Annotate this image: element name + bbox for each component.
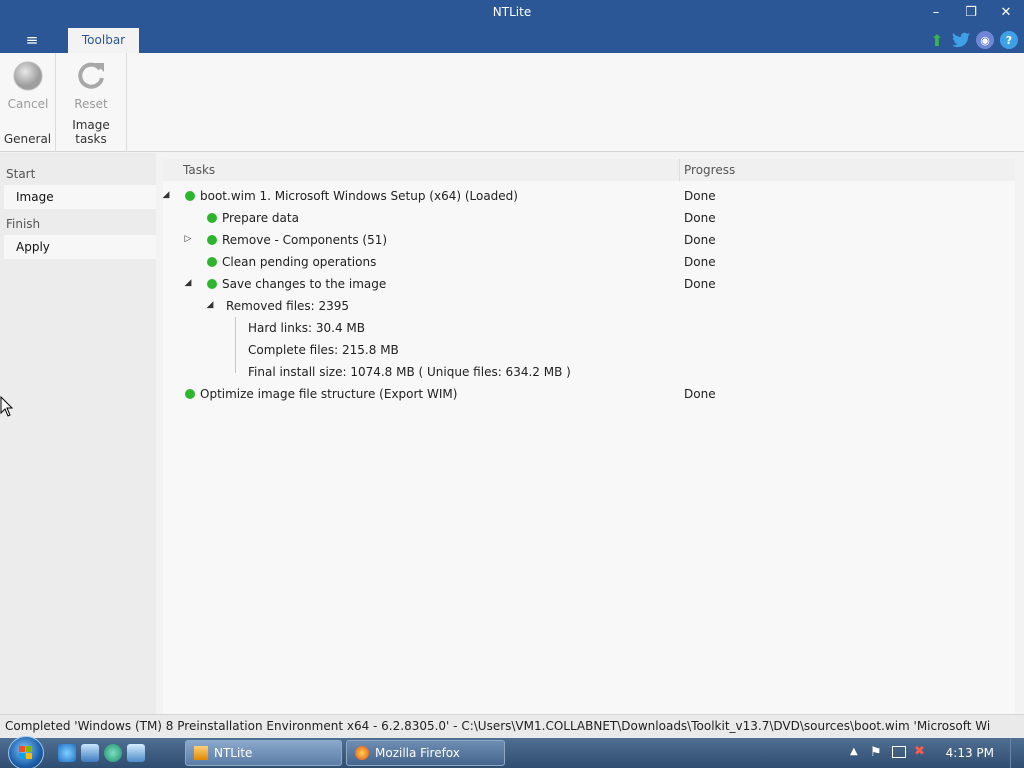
expand-arrow-icon[interactable]: ▷ bbox=[183, 234, 193, 244]
status-done-icon bbox=[207, 257, 217, 267]
collapse-arrow-icon[interactable]: ◢ bbox=[183, 278, 193, 288]
status-bar: Completed 'Windows (TM) 8 Preinstallatio… bbox=[0, 714, 1024, 738]
windows-logo-icon bbox=[19, 746, 32, 759]
title-bar: NTLite – ❐ ✕ bbox=[0, 0, 1024, 27]
task-text: boot.wim 1. Microsoft Windows Setup (x64… bbox=[200, 189, 518, 203]
tab-toolbar[interactable]: Toolbar bbox=[68, 28, 139, 53]
ntlite-icon bbox=[194, 746, 208, 760]
clock[interactable]: 4:13 PM bbox=[946, 746, 994, 760]
taskbar-item-ntlite[interactable]: NTLite bbox=[185, 740, 342, 766]
media-player-icon[interactable] bbox=[104, 744, 122, 762]
start-button[interactable] bbox=[8, 736, 44, 768]
ribbon-group-image-tasks: Reset Image tasks bbox=[56, 53, 127, 152]
window-title: NTLite bbox=[492, 5, 532, 19]
group-label-image-tasks: Image tasks bbox=[72, 118, 110, 146]
system-tray: ▲ ⚑ ✖ 4:13 PM bbox=[834, 738, 1024, 768]
column-progress[interactable]: Progress bbox=[684, 163, 735, 177]
column-header: Tasks Progress bbox=[163, 159, 1015, 181]
task-progress: Done bbox=[684, 387, 716, 401]
sidebar-item-image[interactable]: Image bbox=[4, 185, 156, 209]
table-row[interactable]: ◢ Removed files: 2395 bbox=[163, 295, 1015, 317]
task-text: Hard links: 30.4 MB bbox=[248, 321, 365, 335]
ribbon-panel: Cancel General Reset Image tasks bbox=[0, 53, 1024, 152]
task-text: Save changes to the image bbox=[222, 277, 387, 291]
reset-label: Reset bbox=[74, 97, 108, 111]
table-row[interactable]: Optimize image file structure (Export WI… bbox=[163, 383, 1015, 405]
sidebar: Start Image Finish Apply bbox=[0, 153, 156, 714]
volume-muted-icon[interactable]: ✖ bbox=[914, 744, 925, 759]
task-text: Prepare data bbox=[222, 211, 299, 225]
close-button[interactable]: ✕ bbox=[994, 3, 1018, 23]
header-icons: ⬆ ◉ ? bbox=[928, 29, 1018, 51]
task-text: Clean pending operations bbox=[222, 255, 377, 269]
twitter-icon[interactable] bbox=[952, 31, 970, 49]
status-done-icon bbox=[185, 389, 195, 399]
show-desktop-button[interactable] bbox=[1010, 738, 1024, 768]
sidebar-section-start: Start bbox=[6, 167, 36, 181]
status-done-icon bbox=[207, 235, 217, 245]
mouse-cursor-icon bbox=[0, 396, 14, 417]
table-row[interactable]: Clean pending operations Done bbox=[163, 251, 1015, 273]
task-progress: Done bbox=[684, 277, 716, 291]
show-hidden-icons-icon[interactable]: ▲ bbox=[850, 746, 858, 757]
collapse-arrow-icon[interactable]: ◢ bbox=[161, 190, 171, 200]
firefox-icon bbox=[355, 746, 369, 760]
task-list: Tasks Progress ◢ boot.wim 1. Microsoft W… bbox=[163, 159, 1015, 714]
table-row[interactable]: ◢ boot.wim 1. Microsoft Windows Setup (x… bbox=[163, 185, 1015, 207]
explorer-icon[interactable] bbox=[81, 744, 99, 762]
task-text: Complete files: 215.8 MB bbox=[248, 343, 399, 357]
cancel-label: Cancel bbox=[7, 97, 49, 111]
task-progress: Done bbox=[684, 255, 716, 269]
network-icon[interactable] bbox=[892, 746, 906, 758]
taskbar-item-firefox[interactable]: Mozilla Firefox bbox=[346, 740, 505, 766]
table-row[interactable]: Hard links: 30.4 MB bbox=[163, 317, 1015, 339]
show-desktop-icon[interactable] bbox=[127, 744, 145, 762]
taskbar: NTLite Mozilla Firefox ▲ ⚑ ✖ 4:13 PM bbox=[0, 736, 1024, 768]
task-progress: Done bbox=[684, 211, 716, 225]
hamburger-menu-icon[interactable]: ≡ bbox=[20, 30, 44, 50]
internet-explorer-icon[interactable] bbox=[58, 744, 76, 762]
task-progress: Done bbox=[684, 233, 716, 247]
task-progress: Done bbox=[684, 189, 716, 203]
help-icon[interactable]: ? bbox=[1000, 31, 1018, 49]
reset-button[interactable]: Reset bbox=[67, 59, 115, 111]
cancel-button[interactable]: Cancel bbox=[4, 59, 52, 111]
table-row[interactable]: ◢ Save changes to the image Done bbox=[163, 273, 1015, 295]
cancel-icon bbox=[11, 59, 45, 93]
sidebar-item-apply[interactable]: Apply bbox=[4, 235, 156, 259]
task-text: Final install size: 1074.8 MB ( Unique f… bbox=[248, 365, 571, 379]
task-text: Remove - Components (51) bbox=[222, 233, 388, 247]
taskbar-item-label: NTLite bbox=[214, 746, 253, 760]
reset-icon bbox=[74, 59, 108, 93]
status-done-icon bbox=[207, 213, 217, 223]
collapse-arrow-icon[interactable]: ◢ bbox=[205, 300, 215, 310]
ribbon-group-general: Cancel General bbox=[0, 53, 56, 152]
table-row[interactable]: Complete files: 215.8 MB bbox=[163, 339, 1015, 361]
taskbar-item-label: Mozilla Firefox bbox=[375, 746, 460, 760]
restore-button[interactable]: ❐ bbox=[959, 3, 983, 23]
minimize-button[interactable]: – bbox=[924, 3, 948, 23]
ribbon-tab-strip: ≡ Toolbar ⬆ ◉ ? bbox=[0, 27, 1024, 53]
status-text: Completed 'Windows (TM) 8 Preinstallatio… bbox=[5, 719, 990, 733]
discord-icon[interactable]: ◉ bbox=[976, 31, 994, 49]
table-row[interactable]: Final install size: 1074.8 MB ( Unique f… bbox=[163, 361, 1015, 383]
task-text: Removed files: 2395 bbox=[226, 299, 350, 313]
sidebar-section-finish: Finish bbox=[6, 217, 41, 231]
status-done-icon bbox=[185, 191, 195, 201]
table-row[interactable]: Prepare data Done bbox=[163, 207, 1015, 229]
column-tasks[interactable]: Tasks bbox=[183, 163, 215, 177]
column-divider[interactable] bbox=[679, 159, 680, 181]
action-center-flag-icon[interactable]: ⚑ bbox=[870, 745, 882, 760]
update-arrow-icon[interactable]: ⬆ bbox=[928, 31, 946, 50]
group-label-general: General bbox=[3, 132, 52, 146]
table-row[interactable]: ▷ Remove - Components (51) Done bbox=[163, 229, 1015, 251]
task-text: Optimize image file structure (Export WI… bbox=[200, 387, 458, 401]
status-done-icon bbox=[207, 279, 217, 289]
